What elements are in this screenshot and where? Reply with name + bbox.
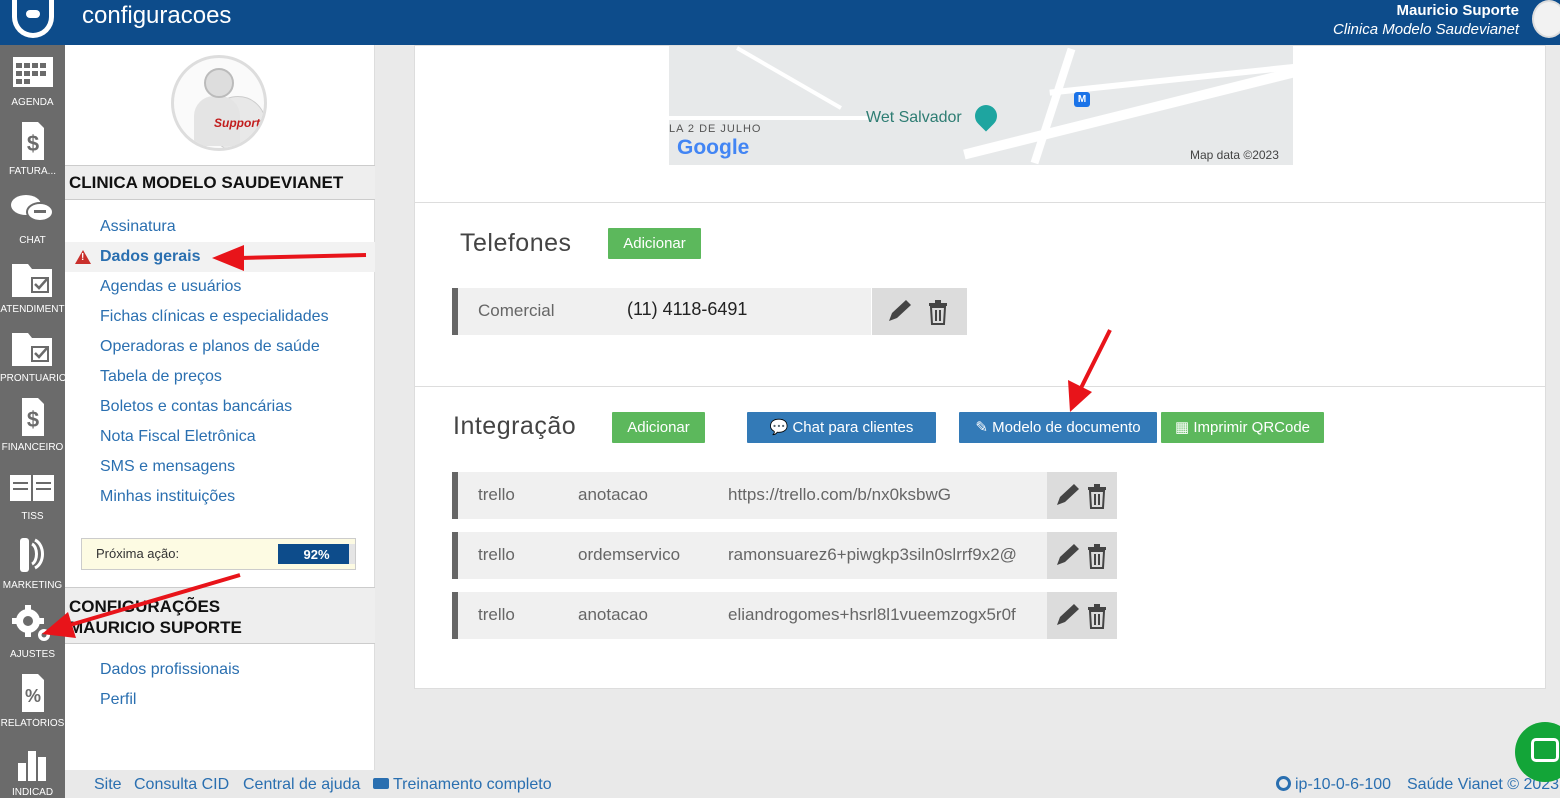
annotation-arrow — [42, 573, 241, 638]
annotation-arrow — [212, 245, 367, 271]
annotation-arrows — [42, 245, 1112, 638]
annotation-arrow — [1068, 329, 1112, 412]
